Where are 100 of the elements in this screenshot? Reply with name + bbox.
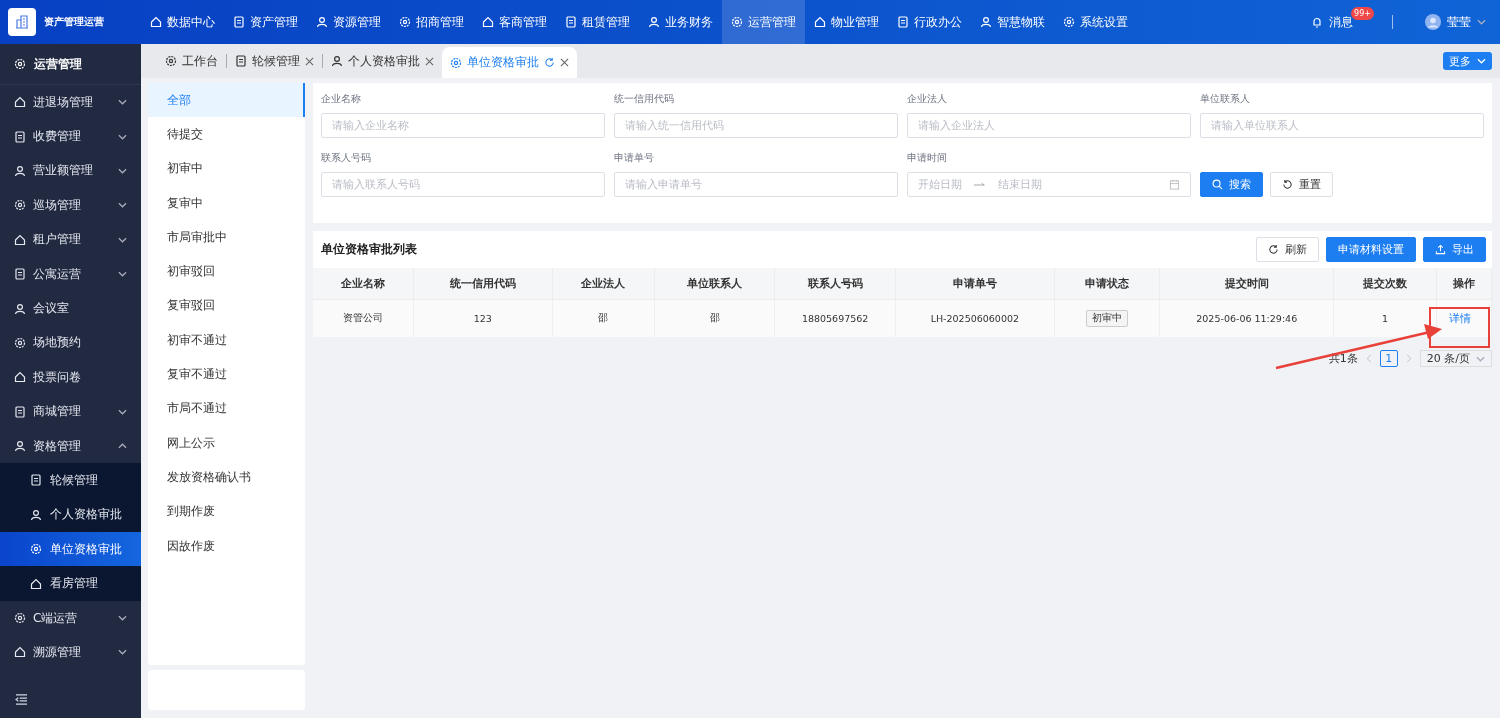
refresh-icon[interactable] (544, 57, 555, 68)
sidebar-subitem[interactable]: 单位资格审批 (0, 532, 141, 567)
table-cell: 18805697562 (775, 300, 896, 337)
document-icon (14, 405, 26, 418)
page-tab[interactable]: 个人资格审批 (323, 47, 442, 75)
status-filter-item[interactable]: 待提交 (148, 117, 305, 152)
gear-icon (30, 543, 42, 556)
sidebar-subitem[interactable]: 看房管理 (0, 566, 141, 601)
top-menu-item[interactable]: 数据中心 (141, 0, 224, 44)
messages-button[interactable]: 消息 (1311, 13, 1354, 31)
sidebar-item[interactable]: 溯源管理 (0, 635, 141, 670)
status-filter-item[interactable]: 到期作废 (148, 494, 305, 529)
status-filter-item[interactable]: 因故作废 (148, 528, 305, 564)
top-menu-item[interactable]: 系统设置 (1054, 0, 1137, 44)
export-button[interactable]: 导出 (1423, 237, 1486, 262)
status-filter-item[interactable]: 复审不通过 (148, 357, 305, 392)
avatar-icon (1425, 14, 1441, 30)
person-icon (980, 16, 992, 28)
person-icon (648, 16, 660, 28)
chevron-down-icon (118, 271, 127, 278)
page-size-select[interactable]: 20 条/页 (1419, 350, 1492, 367)
column-header: 申请单号 (895, 268, 1055, 300)
document-icon (14, 130, 26, 143)
user-menu[interactable]: 莹莹 (1425, 13, 1486, 31)
chevron-down-icon (118, 167, 127, 174)
house-icon (14, 646, 26, 659)
status-tag: 初审中 (1086, 310, 1129, 327)
sidebar-subitem[interactable]: 轮候管理 (0, 463, 141, 498)
more-button[interactable]: 更多 (1443, 52, 1492, 70)
refresh-button[interactable]: 刷新 (1256, 237, 1319, 262)
status-filter-item[interactable]: 复审驳回 (148, 288, 305, 324)
top-menu-item[interactable]: 智慧物联 (971, 0, 1054, 44)
top-menu-item[interactable]: 业务财务 (639, 0, 722, 44)
document-icon (30, 474, 42, 487)
table-cell: 资管公司 (313, 300, 414, 337)
chevron-down-icon (118, 649, 127, 656)
status-filter-item[interactable]: 市局审批中 (148, 220, 305, 255)
top-menu-item[interactable]: 运营管理 (722, 0, 805, 44)
reset-icon (1282, 179, 1293, 190)
sidebar-item[interactable]: 巡场管理 (0, 188, 141, 223)
status-filter-item[interactable]: 市局不通过 (148, 391, 305, 426)
settings-button[interactable]: 申请材料设置 (1326, 237, 1416, 262)
search-icon (1212, 179, 1223, 190)
chevron-down-icon (1477, 58, 1486, 64)
chevron-up-icon (118, 443, 127, 450)
field-label: 企业名称 (321, 92, 362, 106)
chevron-down-icon (118, 615, 127, 622)
calendar-icon (1169, 179, 1180, 190)
field-label: 企业法人 (907, 92, 948, 106)
table-cell: LH-202506060002 (895, 300, 1055, 337)
chevron-down-icon (118, 236, 127, 243)
top-menu-item[interactable]: 租赁管理 (556, 0, 639, 44)
status-filter-item[interactable]: 全部 (148, 83, 305, 118)
page-number[interactable]: 1 (1379, 350, 1398, 367)
input-field[interactable]: 请输入企业法人 (907, 113, 1191, 138)
gear-icon (1063, 16, 1075, 28)
sidebar-item[interactable]: 收费管理 (0, 119, 141, 154)
page-tab[interactable]: 工作台 (157, 47, 226, 75)
sidebar-item[interactable]: 公寓运营 (0, 256, 141, 292)
top-menu-item[interactable]: 物业管理 (805, 0, 888, 44)
house-icon (150, 16, 162, 28)
upload-icon (1435, 244, 1446, 255)
sidebar-subitem[interactable]: 个人资格审批 (0, 497, 141, 533)
details-link[interactable]: 详情 (1448, 311, 1471, 326)
sidebar-item[interactable]: 进退场管理 (0, 85, 141, 120)
status-filter-item[interactable]: 初审驳回 (148, 254, 305, 289)
column-header: 提交时间 (1160, 268, 1335, 300)
page-tab[interactable]: 单位资格审批 (442, 47, 577, 78)
field-label: 联系人号码 (321, 151, 372, 165)
close-icon[interactable] (560, 58, 569, 67)
collapse-menu-icon[interactable] (15, 694, 28, 705)
status-filter-item[interactable]: 初审不通过 (148, 323, 305, 358)
column-header: 企业法人 (553, 268, 655, 300)
sidebar-item[interactable]: 资格管理 (0, 428, 141, 464)
sidebar-item[interactable]: 营业额管理 (0, 153, 141, 189)
sidebar-item[interactable]: 会议室 (0, 291, 141, 326)
top-menu-item[interactable]: 资产管理 (224, 0, 307, 44)
sidebar-item[interactable]: 场地预约 (0, 325, 141, 361)
status-filter-item[interactable]: 初审中 (148, 151, 305, 186)
status-filter-item[interactable]: 复审中 (148, 185, 305, 221)
status-filter-item[interactable]: 发放资格确认书 (148, 460, 305, 495)
input-field[interactable]: 请输入企业名称 (321, 113, 605, 138)
top-menu-item[interactable]: 资源管理 (307, 0, 390, 44)
sidebar-item[interactable]: 租户管理 (0, 222, 141, 257)
input-field[interactable]: 请输入单位联系人 (1200, 113, 1484, 138)
close-icon[interactable] (305, 56, 314, 66)
status-filter-item[interactable]: 网上公示 (148, 425, 305, 461)
column-header: 操作 (1436, 268, 1492, 300)
sidebar-item[interactable]: 商城管理 (0, 394, 141, 429)
reset-button[interactable]: 重置 (1270, 172, 1333, 197)
chevron-down-icon (1477, 19, 1486, 25)
search-button[interactable]: 搜索 (1200, 172, 1263, 197)
sidebar-item[interactable]: C端运营 (0, 600, 141, 636)
close-icon[interactable] (425, 56, 434, 66)
sidebar-item[interactable]: 投票问卷 (0, 360, 141, 395)
top-menu-item[interactable]: 行政办公 (888, 0, 971, 44)
page-tab[interactable]: 轮候管理 (227, 47, 322, 75)
table-cell: 2025-06-06 11:29:46 (1160, 300, 1335, 337)
top-menu-item[interactable]: 招商管理 (390, 0, 473, 44)
top-menu-item[interactable]: 客商管理 (473, 0, 556, 44)
